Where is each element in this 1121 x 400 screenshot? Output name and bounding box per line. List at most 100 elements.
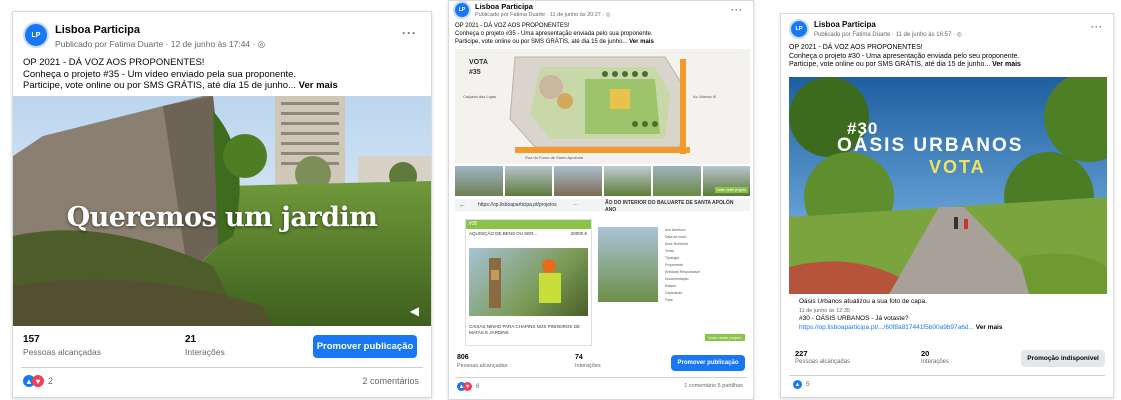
page-avatar[interactable]: LP <box>23 22 49 48</box>
divider <box>789 375 1105 376</box>
comments-count[interactable]: 1 comentário 5 partilhas <box>684 383 743 389</box>
see-more-link[interactable]: Ver mais <box>992 61 1021 68</box>
strip-photo[interactable] <box>504 166 552 196</box>
reactions-summary[interactable]: ▲ 5 <box>793 380 810 389</box>
browser-url[interactable]: https://op.lisboaparticipa.pt/projetos <box>478 202 557 208</box>
shared-link-line: https://op.lisboaparticipa.pt/.../60f8a8… <box>799 324 1002 333</box>
reactions-count: 5 <box>806 381 810 388</box>
map-vote-button[interactable]: Votar neste projeto <box>714 187 748 193</box>
post-meta: Publicado por Fatima Duarte · 11 de junh… <box>475 12 611 18</box>
project-price: 20000 € <box>570 231 587 236</box>
detail-row: Proponente <box>665 263 684 267</box>
post-text-line: Conheça o projeto #35 - Uma apresentação… <box>455 31 653 37</box>
shared-meta: 11 de junho às 12:35 · <box>799 307 854 314</box>
worker-photo-illustration <box>489 258 561 308</box>
reactions-summary[interactable]: ▲ ♥ 2 <box>23 375 53 387</box>
post-text-line-content: Participe, vote online ou por SMS GRÁTIS… <box>23 80 297 91</box>
post-text-line: Conheça o projeto #35 - Um vídeo enviado… <box>23 68 297 80</box>
browser-title-line: ANO <box>605 207 617 213</box>
reach-label: Pessoas alcançadas <box>23 347 101 357</box>
strip-photo[interactable] <box>455 166 503 196</box>
strip-photo[interactable] <box>653 166 701 196</box>
detail-row: Estado <box>665 284 676 288</box>
project-photo-large <box>598 227 658 302</box>
love-reaction-icon: ♥ <box>463 382 472 391</box>
detail-row: Fase <box>665 298 673 302</box>
cover-photo[interactable]: #30 OÁSIS URBANOS VOTA <box>789 77 1107 294</box>
detail-row: Entidade Responsável <box>665 270 701 274</box>
project-photo <box>469 248 588 316</box>
promote-post-button[interactable]: Promover publicação <box>671 355 745 371</box>
map-label-right: Av. Afonso III <box>693 94 717 99</box>
detail-list: Ano Abertura Data de início Área Territo… <box>665 227 745 304</box>
more-options-icon[interactable]: ··· <box>731 5 743 15</box>
detail-row: Ano Abertura <box>665 228 686 232</box>
strip-photo[interactable]: Votar neste projeto <box>702 166 750 196</box>
project-tag: #35 <box>466 220 591 229</box>
detail-row: Documentação <box>665 277 689 281</box>
post-card-1: LP Lisboa Participa Publicado por Fatima… <box>12 11 432 398</box>
site-plan-illustration <box>455 49 750 164</box>
detail-row: Tema <box>665 249 674 253</box>
project-caption: CAIXAS NINHO PARA CHAPINS NOS PINHEIROS … <box>469 324 580 335</box>
website-screenshot[interactable]: ← https://op.lisboaparticipa.pt/projetos… <box>455 199 750 349</box>
love-reaction-icon: ♥ <box>32 375 44 387</box>
page-name[interactable]: Lisboa Participa <box>475 2 533 11</box>
more-options-icon[interactable]: ··· <box>1091 22 1103 32</box>
post-text-line: Participe, vote online ou por SMS GRÁTIS… <box>455 38 654 46</box>
project-plan-image[interactable]: VOTA #35 Calçada dos Lojas Av. Afonso II… <box>455 49 750 164</box>
post-text-line: Conheça o projeto #30 - Uma apresentação… <box>789 52 1020 60</box>
globe-icon: ◎ <box>257 39 266 49</box>
page-avatar[interactable]: LP <box>453 1 471 19</box>
strip-photo[interactable] <box>554 166 602 196</box>
reach-label: Pessoas alcançadas <box>457 363 508 369</box>
shared-text: #30 - OÁSIS URBANOS - Já votaste? <box>799 315 909 322</box>
post-text-line-content: Participe, vote online ou por SMS GRÁTIS… <box>455 39 628 45</box>
interactions-value: 21 <box>185 334 197 345</box>
cover-title: OÁSIS URBANOS <box>837 135 1024 156</box>
shared-post: Oásis Urbanos atualizou a sua foto de ca… <box>799 298 1002 332</box>
reactions-count: 2 <box>48 376 54 386</box>
post-video[interactable]: Queremos um jardim ◀ <box>13 96 431 326</box>
page-name[interactable]: Lisboa Participa <box>55 24 140 36</box>
reactions-summary[interactable]: ▲ ♥ 6 <box>457 382 479 391</box>
promote-post-button[interactable]: Promover publicação <box>313 335 417 358</box>
promotion-unavailable-button[interactable]: Promoção indisponível <box>1021 350 1105 367</box>
post-text-line-content: Participe, vote online ou por SMS GRÁTIS… <box>789 61 991 68</box>
project-heading: AQUISIÇÃO DE BENS OU SER... <box>469 231 538 236</box>
like-reaction-icon: ▲ <box>793 380 802 389</box>
more-options-icon[interactable]: ··· <box>573 202 579 208</box>
post-meta: Publicado por Fatima Duarte · 12 de junh… <box>55 39 265 50</box>
page-avatar[interactable]: LP <box>789 19 809 39</box>
project-card[interactable]: #35 AQUISIÇÃO DE BENS OU SER... 20000 € … <box>465 219 592 346</box>
comments-count[interactable]: 2 comentários <box>362 376 419 386</box>
detail-row: Orçamento <box>665 291 683 295</box>
detail-vote-button[interactable]: Votar neste projeto <box>705 334 745 341</box>
post-text: OP 2021 - DÁ VOZ AOS PROPONENTES! Conheç… <box>455 22 654 46</box>
photo-strip: Votar neste projeto <box>455 166 750 196</box>
video-caption: Queremos um jardim <box>66 202 378 233</box>
see-more-link[interactable]: Ver mais <box>629 39 654 45</box>
map-label-left: Calçada dos Lojas <box>463 94 496 99</box>
page-name[interactable]: Lisboa Participa <box>814 20 876 29</box>
post-meta: Publicado por Fatima Duarte · 11 de junh… <box>814 31 962 38</box>
shared-link[interactable]: https://op.lisboaparticipa.pt/.../60f8a8… <box>799 324 974 331</box>
strip-photo[interactable] <box>603 166 651 196</box>
post-text-line: OP 2021 - DÁ VOZ AOS PROPONENTES! <box>455 23 570 29</box>
globe-icon: ◎ <box>605 12 611 18</box>
post-text-line: Participe, vote online ou por SMS GRÁTIS… <box>789 61 1021 70</box>
reactions-count: 6 <box>476 383 480 390</box>
interactions-label: Interações <box>921 359 950 365</box>
shared-title[interactable]: Oásis Urbanos atualizou a sua foto de ca… <box>799 298 1002 307</box>
see-more-link[interactable]: Ver mais <box>976 324 1003 331</box>
see-more-link[interactable]: Ver mais <box>299 80 338 91</box>
detail-row: Área Territorial <box>665 242 688 246</box>
post-text: OP 2021 - DÁ VOZ AOS PROPONENTES! Conheç… <box>789 44 1021 70</box>
post-text-line: OP 2021 - DÁ VOZ AOS PROPONENTES! <box>789 44 923 51</box>
back-arrow-icon[interactable]: ← <box>459 202 466 209</box>
more-options-icon[interactable]: ··· <box>402 26 417 40</box>
speaker-icon[interactable]: ◀ <box>410 304 419 318</box>
cover-vota: VOTA <box>929 157 986 177</box>
post-meta-text: Publicado por Fatima Duarte · 11 de junh… <box>814 32 955 38</box>
post-text-line: Participe, vote online ou por SMS GRÁTIS… <box>23 80 338 92</box>
